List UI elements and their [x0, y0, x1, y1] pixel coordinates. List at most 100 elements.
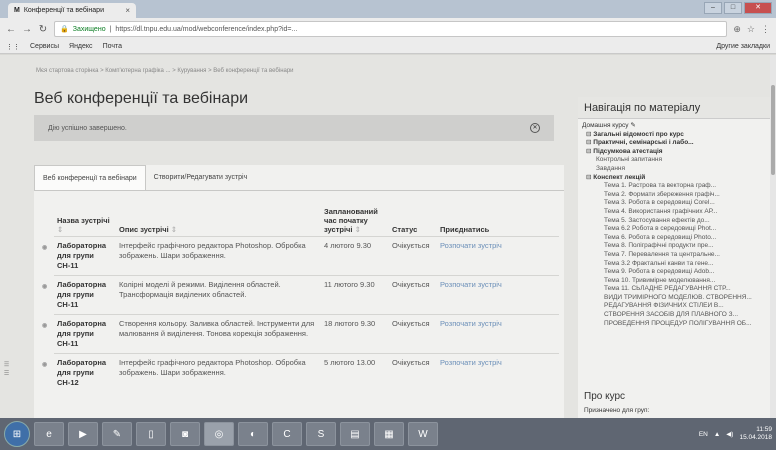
nav-item-label: Практичні, семінарські і лабо... — [593, 139, 694, 147]
camera-icon[interactable]: ◙ — [170, 422, 200, 446]
clock[interactable]: 11:59 15.04.2018 — [739, 426, 772, 442]
network-icon[interactable]: ▲ — [714, 431, 720, 438]
back-icon[interactable]: ← — [6, 24, 16, 35]
bookmark-yandex[interactable]: Яндекс — [69, 43, 93, 50]
sidebar-toggle[interactable]: ☰ ☰ — [3, 315, 11, 375]
clock-date: 15.04.2018 — [739, 434, 772, 441]
skype-icon[interactable]: S — [306, 422, 336, 446]
nav-item-label: Тема 7. Перевалення та центральне... — [604, 250, 720, 258]
url-text: https://dl.tnpu.edu.ua/mod/webconference… — [115, 25, 298, 33]
start-meeting-link[interactable]: Розпочати зустріч — [437, 353, 559, 392]
nav-item[interactable]: РЕДАГУВАННЯ ФІЗИЧНИХ СТІЛЕЙ В... — [582, 302, 772, 311]
bookmark-services[interactable]: Сервисы — [30, 43, 59, 50]
start-button[interactable]: ⊞ — [4, 421, 30, 447]
nav-item[interactable]: ⊟ Конспект лекцій — [582, 174, 772, 183]
table-row: ◉ Лабораторна для групи СН-12 Інтерфейс г… — [42, 353, 559, 392]
screen-recorder-icon[interactable]: ◐ — [238, 422, 268, 446]
nav-item[interactable]: Тема 8. Поліграфічні продукти пре... — [582, 242, 772, 251]
meetings-table: Назва зустрічі ⇕ Опис зустрічі ⇕ Заплано… — [42, 205, 559, 392]
meeting-name[interactable]: ◉ Лабораторна для групи СН-11 — [42, 314, 116, 354]
language-indicator[interactable]: EN — [699, 431, 708, 438]
start-meeting-link[interactable]: Розпочати зустріч — [437, 236, 559, 276]
spreadsheet-icon[interactable]: ▦ — [374, 422, 404, 446]
file-icon[interactable]: ▯ — [136, 422, 166, 446]
header-desc-label: Опис зустрічі — [119, 225, 169, 234]
edit-icon[interactable]: ✎ — [630, 122, 635, 129]
media-player-icon[interactable]: ▶ — [68, 422, 98, 446]
scroll-thumb[interactable] — [771, 85, 775, 175]
meeting-name[interactable]: ◉ Лабораторна для групи СН-12 — [42, 353, 116, 392]
nav-home[interactable]: Домашня курсу ✎ — [582, 122, 772, 131]
libreoffice-icon[interactable]: ✎ — [102, 422, 132, 446]
nav-item[interactable]: СТВОРЕННЯ ЗАСОБІВ ДЛЯ ПЛАВНОГО З... — [582, 311, 772, 320]
navigation-title: Навігація по матеріалу — [578, 97, 776, 119]
nav-item[interactable]: ВИДИ ТРИМІРНОГО МОДЕЛЮВ. СТВОРЕННЯ... — [582, 294, 772, 303]
nav-item[interactable]: ПРОВЕДЕННЯ ПРОЦЕДУР ПОЛІГУВАННЯ ОБ... — [582, 320, 772, 329]
meeting-name[interactable]: ◉ Лабораторна для групи СН-11 — [42, 275, 116, 315]
url-input[interactable]: 🔒 Захищено | https://dl.tnpu.edu.ua/mod/… — [54, 21, 728, 37]
translate-icon[interactable]: ⊕ — [733, 24, 741, 35]
volume-icon[interactable]: ◀) — [726, 430, 733, 438]
drag-handle-icon[interactable]: ◉ — [42, 360, 47, 370]
meeting-name[interactable]: ◉ Лабораторна для групи СН-11 — [42, 236, 116, 276]
window-close-icon[interactable]: ✕ — [744, 2, 772, 14]
bookmark-star-icon[interactable]: ☆ — [747, 24, 755, 35]
nav-item[interactable]: Тема 6.2 Робота в середовищі Phot... — [582, 225, 772, 234]
nav-item-label: Контрольні запитання — [596, 156, 663, 164]
bookmark-mail[interactable]: Почта — [103, 43, 122, 50]
meeting-time: 18 лютого 9.30 — [321, 314, 389, 354]
nav-item-label: Тема 9. Робота в середовищі Adob... — [604, 268, 715, 276]
page-scrollbar[interactable] — [770, 55, 776, 418]
forward-icon[interactable]: → — [22, 24, 32, 35]
tab-webinars[interactable]: Веб конференції та вебінари — [34, 165, 146, 190]
breadcrumb[interactable]: Мєя стартова сторінка > Комп'ютерна граф… — [36, 68, 294, 74]
browser-tab[interactable]: М Конференції та вебінари × — [8, 3, 136, 18]
header-time[interactable]: Запланований час початку зустрічі ⇕ — [321, 205, 389, 237]
nav-item[interactable]: Тема 1. Растрова та векторна граф... — [582, 182, 772, 191]
nav-item[interactable]: Тема 11. СЬЛАДНЕ РЕДАГУВАННЯ СТР... — [582, 285, 772, 294]
start-meeting-link[interactable]: Розпочати зустріч — [437, 314, 559, 354]
nav-item[interactable]: ⊟ Загальні відомості про курс — [582, 131, 772, 140]
apps-icon[interactable]: ⋮⋮ — [6, 43, 20, 51]
nav-item[interactable]: Тема 9. Робота в середовищі Adob... — [582, 268, 772, 277]
drag-handle-icon[interactable]: ◉ — [42, 282, 47, 292]
nav-item[interactable]: Тема 10. Тривимірне моделювання... — [582, 277, 772, 286]
nav-item[interactable]: Контрольні запитання — [582, 156, 772, 165]
ie-icon[interactable]: e — [34, 422, 64, 446]
chrome-icon[interactable]: ◎ — [204, 422, 234, 446]
clock-time: 11:59 — [756, 426, 772, 433]
header-desc[interactable]: Опис зустрічі ⇕ — [116, 205, 321, 237]
tab-close-icon[interactable]: × — [125, 6, 130, 15]
success-alert: Дію успішно завершено. ✕ — [34, 115, 554, 141]
maximize-icon[interactable]: □ — [724, 2, 742, 14]
nav-item[interactable]: ⊟ Підсумкова атестація — [582, 148, 772, 157]
nav-item[interactable]: Завдання — [582, 165, 772, 174]
alert-close-icon[interactable]: ✕ — [530, 123, 540, 133]
menu-icon[interactable]: ⋮ — [761, 24, 770, 35]
tab-create-edit[interactable]: Створити/Редагувати зустріч — [146, 165, 256, 190]
other-bookmarks[interactable]: Другие закладки — [716, 43, 770, 50]
table-header-row: Назва зустрічі ⇕ Опис зустрічі ⇕ Заплано… — [54, 205, 559, 237]
drag-handle-icon[interactable]: ◉ — [42, 321, 47, 331]
header-name[interactable]: Назва зустрічі ⇕ — [54, 205, 116, 237]
about-course-block: Про курс Призначено для груп: — [578, 387, 776, 418]
nav-item[interactable]: Тема 5. Застосування ефектів до... — [582, 217, 772, 226]
meeting-status: Очікується — [389, 353, 437, 392]
nav-item[interactable]: Тема 7. Перевалення та центральне... — [582, 251, 772, 260]
nav-item[interactable]: Тема 3.2 Фрактальні канви та гене... — [582, 260, 772, 269]
start-meeting-link[interactable]: Розпочати зустріч — [437, 275, 559, 315]
word-icon[interactable]: W — [408, 422, 438, 446]
drag-handle-icon[interactable]: ◉ — [42, 243, 47, 253]
nav-item-label: Тема 3. Робота в середовищі Corel... — [604, 199, 715, 207]
reload-icon[interactable]: ↻ — [38, 24, 48, 35]
cursor-icon[interactable]: C — [272, 422, 302, 446]
nav-item[interactable]: Тема 6. Робота в середовищі Photo... — [582, 234, 772, 243]
nav-item[interactable]: Тема 3. Робота в середовищі Corel... — [582, 199, 772, 208]
notes-icon[interactable]: ▤ — [340, 422, 370, 446]
minimize-icon[interactable]: – — [704, 2, 722, 14]
nav-item[interactable]: ⊟ Практичні, семінарські і лабо... — [582, 139, 772, 148]
nav-item[interactable]: Тема 4. Використання графічних АР... — [582, 208, 772, 217]
nav-item-label: РЕДАГУВАННЯ ФІЗИЧНИХ СТІЛЕЙ В... — [604, 302, 724, 310]
nav-item[interactable]: Тема 2. Формати збереження графіч... — [582, 191, 772, 200]
nav-item-label: Тема 6. Робота в середовищі Photo... — [604, 233, 717, 241]
